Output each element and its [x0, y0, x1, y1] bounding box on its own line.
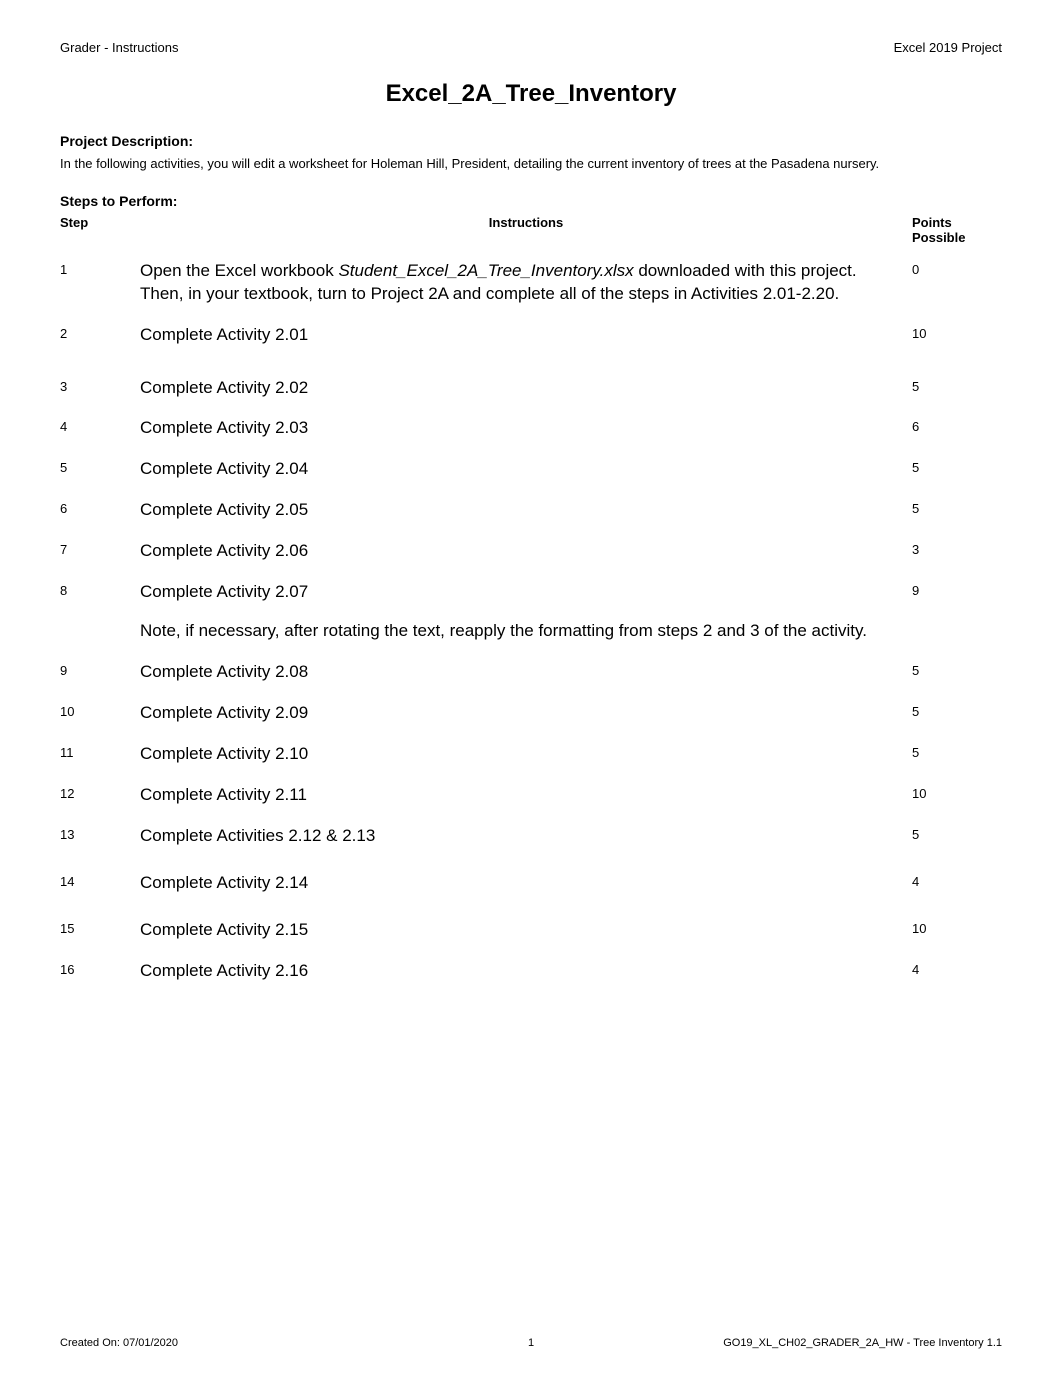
footer-page-number: 1: [528, 1337, 534, 1349]
step-points: 5: [912, 499, 1002, 516]
step-instructions: Complete Activity 2.03: [140, 417, 912, 440]
step-instructions: Complete Activity 2.09: [140, 702, 912, 725]
step-instructions: Complete Activity 2.07 Note, if necessar…: [140, 581, 912, 643]
step-points: 6: [912, 417, 1002, 434]
page-footer: Created On: 07/01/2020 1 GO19_XL_CH02_GR…: [60, 1337, 1002, 1349]
header-left: Grader - Instructions: [60, 40, 179, 55]
step-row: 10 Complete Activity 2.09 5: [60, 702, 1002, 725]
step-number: 8: [60, 581, 140, 598]
step-row: 8 Complete Activity 2.07 Note, if necess…: [60, 581, 1002, 643]
step-text: Complete Activity 2.07: [140, 582, 308, 601]
step-points: 5: [912, 377, 1002, 394]
step-instructions: Open the Excel workbook Student_Excel_2A…: [140, 260, 912, 306]
step-points: 4: [912, 872, 1002, 889]
document-title: Excel_2A_Tree_Inventory: [60, 80, 1002, 108]
table-header-row: Step Instructions Points Possible: [60, 215, 1002, 246]
step-number: 1: [60, 260, 140, 277]
step-points: 10: [912, 784, 1002, 801]
step-instructions: Complete Activity 2.14: [140, 872, 912, 895]
step-number: 3: [60, 377, 140, 394]
footer-left: Created On: 07/01/2020: [60, 1337, 178, 1349]
step-row: 11 Complete Activity 2.10 5: [60, 743, 1002, 766]
step-row: 13 Complete Activities 2.12 & 2.13 5: [60, 825, 1002, 848]
footer-right: GO19_XL_CH02_GRADER_2A_HW - Tree Invento…: [723, 1337, 1002, 1349]
step-instructions: Complete Activities 2.12 & 2.13: [140, 825, 912, 848]
step-row: 16 Complete Activity 2.16 4: [60, 960, 1002, 983]
step-points: 5: [912, 702, 1002, 719]
step-instructions: Complete Activity 2.16: [140, 960, 912, 983]
step-number: 6: [60, 499, 140, 516]
step-row: 9 Complete Activity 2.08 5: [60, 661, 1002, 684]
step-instructions: Complete Activity 2.11: [140, 784, 912, 807]
step-number: 10: [60, 702, 140, 719]
steps-to-perform-label: Steps to Perform:: [60, 193, 1002, 209]
step-points: 5: [912, 743, 1002, 760]
step-row: 2 Complete Activity 2.01 10: [60, 324, 1002, 347]
step-instructions: Complete Activity 2.05: [140, 499, 912, 522]
column-header-instructions: Instructions: [140, 215, 912, 246]
step-number: 5: [60, 458, 140, 475]
step-text-italic: Student_Excel_2A_Tree_Inventory.xlsx: [338, 261, 633, 280]
project-description-label: Project Description:: [60, 133, 1002, 149]
column-header-points: Points Possible: [912, 215, 1002, 246]
step-number: 2: [60, 324, 140, 341]
step-number: 4: [60, 417, 140, 434]
step-instructions: Complete Activity 2.08: [140, 661, 912, 684]
step-instructions: Complete Activity 2.06: [140, 540, 912, 563]
step-number: 12: [60, 784, 140, 801]
step-number: 14: [60, 872, 140, 889]
step-instructions: Complete Activity 2.15: [140, 919, 912, 942]
step-row: 6 Complete Activity 2.05 5: [60, 499, 1002, 522]
step-number: 13: [60, 825, 140, 842]
step-points: 4: [912, 960, 1002, 977]
step-number: 9: [60, 661, 140, 678]
step-row: 12 Complete Activity 2.11 10: [60, 784, 1002, 807]
project-description-text: In the following activities, you will ed…: [60, 155, 1002, 173]
step-row: 5 Complete Activity 2.04 5: [60, 458, 1002, 481]
step-number: 15: [60, 919, 140, 936]
step-points: 9: [912, 581, 1002, 598]
step-text-pre: Open the Excel workbook: [140, 261, 338, 280]
step-points: 10: [912, 324, 1002, 341]
header-right: Excel 2019 Project: [894, 40, 1002, 55]
step-row: 1 Open the Excel workbook Student_Excel_…: [60, 260, 1002, 306]
step-points: 5: [912, 661, 1002, 678]
step-points: 5: [912, 825, 1002, 842]
step-row: 14 Complete Activity 2.14 4: [60, 872, 1002, 895]
step-instructions: Complete Activity 2.01: [140, 324, 912, 347]
step-row: 3 Complete Activity 2.02 5: [60, 377, 1002, 400]
page-header: Grader - Instructions Excel 2019 Project: [60, 40, 1002, 55]
step-instructions: Complete Activity 2.02: [140, 377, 912, 400]
step-number: 7: [60, 540, 140, 557]
step-points: 3: [912, 540, 1002, 557]
step-points: 5: [912, 458, 1002, 475]
step-instructions: Complete Activity 2.10: [140, 743, 912, 766]
column-header-step: Step: [60, 215, 140, 246]
step-points: 10: [912, 919, 1002, 936]
step-number: 16: [60, 960, 140, 977]
step-row: 15 Complete Activity 2.15 10: [60, 919, 1002, 942]
step-instructions: Complete Activity 2.04: [140, 458, 912, 481]
step-number: 11: [60, 743, 140, 760]
step-row: 4 Complete Activity 2.03 6: [60, 417, 1002, 440]
step-note: Note, if necessary, after rotating the t…: [140, 620, 882, 643]
step-row: 7 Complete Activity 2.06 3: [60, 540, 1002, 563]
step-points: 0: [912, 260, 1002, 277]
